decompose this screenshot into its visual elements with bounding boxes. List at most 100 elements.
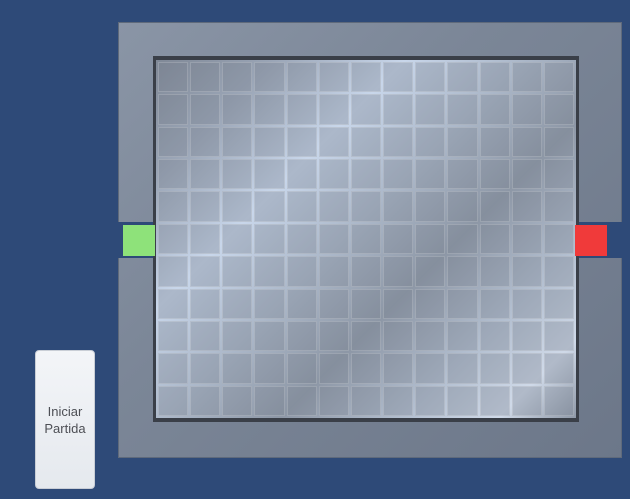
grid-cell[interactable] xyxy=(511,126,542,158)
grid-cell[interactable] xyxy=(415,223,446,255)
grid-cell[interactable] xyxy=(447,320,478,352)
grid-cell[interactable] xyxy=(318,223,349,255)
grid-cell[interactable] xyxy=(543,256,574,287)
grid-cell[interactable] xyxy=(383,353,414,384)
grid-cell[interactable] xyxy=(511,223,542,255)
grid-cell[interactable] xyxy=(511,320,542,352)
grid-cell[interactable] xyxy=(318,94,349,125)
grid-cell[interactable] xyxy=(383,126,414,158)
grid-cell[interactable] xyxy=(318,385,349,416)
grid-cell[interactable] xyxy=(447,126,478,158)
grid-cell[interactable] xyxy=(286,94,317,125)
grid-cell[interactable] xyxy=(415,385,446,416)
grid-cell[interactable] xyxy=(511,353,542,384)
grid-cell[interactable] xyxy=(511,62,542,93)
grid-cell[interactable] xyxy=(543,288,574,319)
grid-cell[interactable] xyxy=(222,191,253,222)
grid-cell[interactable] xyxy=(318,320,349,352)
grid-cell[interactable] xyxy=(479,94,510,125)
grid-cell[interactable] xyxy=(222,353,253,384)
grid-cell[interactable] xyxy=(190,62,221,93)
grid-cell[interactable] xyxy=(383,256,414,287)
grid-cell[interactable] xyxy=(254,159,285,190)
grid-cell[interactable] xyxy=(190,191,221,222)
grid-cell[interactable] xyxy=(543,126,574,158)
grid-cell[interactable] xyxy=(222,223,253,255)
grid-cell[interactable] xyxy=(479,159,510,190)
grid-cell[interactable] xyxy=(222,94,253,125)
grid-cell[interactable] xyxy=(158,94,189,125)
grid-cell[interactable] xyxy=(543,62,574,93)
grid-cell[interactable] xyxy=(222,385,253,416)
grid-cell[interactable] xyxy=(318,159,349,190)
grid-cell[interactable] xyxy=(415,94,446,125)
grid-cell[interactable] xyxy=(350,320,382,352)
grid-cell[interactable] xyxy=(158,288,189,319)
grid-cell[interactable] xyxy=(286,223,317,255)
grid-cell[interactable] xyxy=(222,288,253,319)
grid-cell[interactable] xyxy=(254,126,285,158)
grid-cell[interactable] xyxy=(158,62,189,93)
grid-cell[interactable] xyxy=(286,288,317,319)
grid-cell[interactable] xyxy=(350,191,382,222)
grid-cell[interactable] xyxy=(350,94,382,125)
grid-cell[interactable] xyxy=(254,94,285,125)
grid-cell[interactable] xyxy=(222,320,253,352)
grid-cell[interactable] xyxy=(350,256,382,287)
grid-cell[interactable] xyxy=(286,256,317,287)
grid-cell[interactable] xyxy=(222,126,253,158)
grid-cell[interactable] xyxy=(511,256,542,287)
grid-cell[interactable] xyxy=(190,94,221,125)
grid-cell[interactable] xyxy=(190,385,221,416)
grid-cell[interactable] xyxy=(286,320,317,352)
grid-cell[interactable] xyxy=(447,94,478,125)
grid-cell[interactable] xyxy=(190,256,221,287)
grid-cell[interactable] xyxy=(350,223,382,255)
grid-cell[interactable] xyxy=(447,62,478,93)
grid-cell[interactable] xyxy=(383,385,414,416)
grid-cell[interactable] xyxy=(479,320,510,352)
grid-cell[interactable] xyxy=(318,191,349,222)
grid-cell[interactable] xyxy=(383,62,414,93)
grid-cell[interactable] xyxy=(190,353,221,384)
grid-cell[interactable] xyxy=(254,62,285,93)
grid-cell[interactable] xyxy=(318,353,349,384)
grid-cell[interactable] xyxy=(415,126,446,158)
grid-cell[interactable] xyxy=(350,62,382,93)
grid-cell[interactable] xyxy=(190,159,221,190)
grid-cell[interactable] xyxy=(511,159,542,190)
grid-cell[interactable] xyxy=(447,256,478,287)
grid-cell[interactable] xyxy=(190,223,221,255)
grid-cell[interactable] xyxy=(254,288,285,319)
grid-cell[interactable] xyxy=(415,288,446,319)
grid-cell[interactable] xyxy=(543,191,574,222)
grid-cell[interactable] xyxy=(350,288,382,319)
grid-cell[interactable] xyxy=(158,159,189,190)
grid-cell[interactable] xyxy=(543,223,574,255)
grid-cell[interactable] xyxy=(415,191,446,222)
grid-cell[interactable] xyxy=(190,320,221,352)
grid-cell[interactable] xyxy=(158,126,189,158)
grid-cell[interactable] xyxy=(158,191,189,222)
grid-cell[interactable] xyxy=(511,288,542,319)
grid-cell[interactable] xyxy=(158,223,189,255)
grid-cell[interactable] xyxy=(479,126,510,158)
grid-cell[interactable] xyxy=(222,159,253,190)
grid-cell[interactable] xyxy=(383,288,414,319)
grid-cell[interactable] xyxy=(286,126,317,158)
grid-cell[interactable] xyxy=(286,385,317,416)
grid-cell[interactable] xyxy=(254,256,285,287)
grid-cell[interactable] xyxy=(350,126,382,158)
grid-cell[interactable] xyxy=(383,94,414,125)
grid-cell[interactable] xyxy=(222,62,253,93)
grid-cell[interactable] xyxy=(383,159,414,190)
grid-cell[interactable] xyxy=(254,223,285,255)
grid-cell[interactable] xyxy=(286,62,317,93)
grid-cell[interactable] xyxy=(158,353,189,384)
grid-cell[interactable] xyxy=(543,320,574,352)
grid-cell[interactable] xyxy=(511,94,542,125)
grid-cell[interactable] xyxy=(254,385,285,416)
grid-cell[interactable] xyxy=(479,256,510,287)
grid-cell[interactable] xyxy=(318,126,349,158)
grid-cell[interactable] xyxy=(447,191,478,222)
